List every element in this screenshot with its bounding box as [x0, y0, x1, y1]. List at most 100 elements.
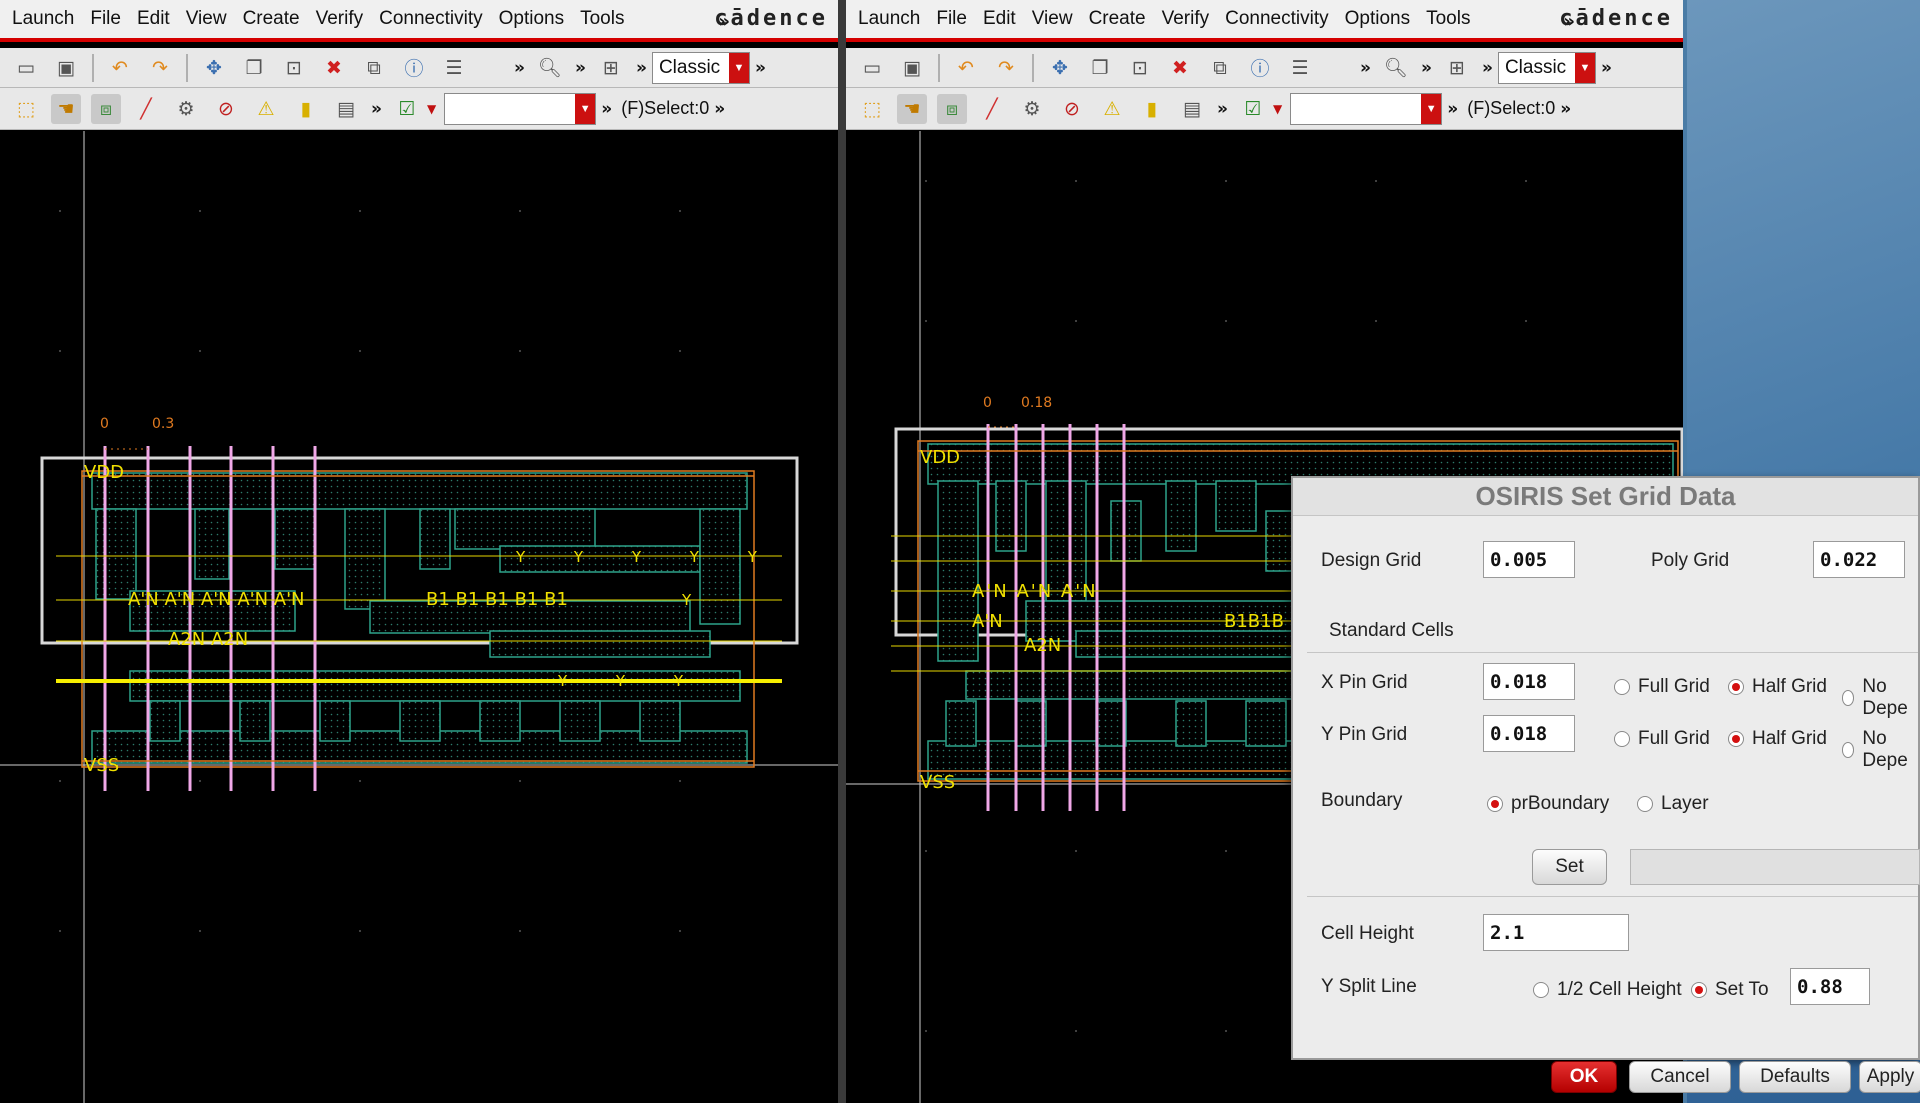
delete-icon[interactable]: ✖	[319, 53, 349, 83]
command-input[interactable]: ▼	[444, 92, 597, 125]
y-split-set-to-radio[interactable]: Set To	[1691, 979, 1769, 1001]
stretch-icon[interactable]: ⊡	[1125, 53, 1155, 83]
checkbox-icon[interactable]: ☑	[1238, 94, 1268, 124]
command-input[interactable]: ▼	[1290, 92, 1443, 125]
menu-edit[interactable]: Edit	[975, 8, 1024, 30]
menu-edit[interactable]: Edit	[129, 8, 178, 30]
via-stack-icon[interactable]: ⧈	[91, 93, 121, 124]
apply-button[interactable]: Apply	[1859, 1061, 1920, 1093]
dropdown-arrow-icon[interactable]: ▼	[575, 93, 596, 124]
y-pin-half-grid-radio[interactable]: Half Grid	[1728, 728, 1827, 750]
layout-canvas[interactable]: 0 0.3 VDD VSS A'N A'N A'N A'N A'N B1 B1 …	[0, 131, 838, 1103]
toolbar-overflow-icon[interactable]: »	[1601, 58, 1612, 78]
boundary-layer-radio[interactable]: Layer	[1637, 793, 1709, 815]
select-icon[interactable]: ⬚	[11, 94, 41, 124]
copy-icon[interactable]: ❐	[1085, 53, 1115, 83]
hand-icon[interactable]: ☚	[897, 93, 927, 124]
y-split-half-radio[interactable]: 1/2 Cell Height	[1533, 979, 1682, 1001]
warning-icon[interactable]: ⚠	[1097, 94, 1127, 124]
marker-icon[interactable]: ▮	[1137, 94, 1167, 124]
menu-view[interactable]: View	[178, 8, 235, 30]
checkbox-dropdown-icon[interactable]: ▼	[427, 102, 436, 116]
undo-icon[interactable]: ↶	[951, 53, 981, 83]
rotate-icon[interactable]: ⧉	[1205, 53, 1235, 83]
redo-icon[interactable]: ↷	[991, 53, 1021, 83]
toolbar-overflow-icon[interactable]: »	[1360, 58, 1371, 78]
search-probe-icon[interactable]: ⚙	[1017, 94, 1047, 124]
menu-view[interactable]: View	[1024, 8, 1081, 30]
delete-icon[interactable]: ✖	[1165, 53, 1195, 83]
x-pin-no-depend-radio[interactable]: No Depe	[1842, 676, 1918, 720]
open-icon[interactable]: ▭	[857, 53, 887, 83]
checkbox-icon[interactable]: ☑	[392, 94, 422, 124]
ruler-icon[interactable]: ╱	[977, 94, 1007, 124]
ok-button[interactable]: OK	[1551, 1061, 1617, 1093]
hierarchy-icon[interactable]: ⊞	[596, 53, 626, 83]
zoom-icon[interactable]: 🔍︎	[535, 53, 565, 83]
redo-icon[interactable]: ↷	[145, 53, 175, 83]
probe-icon[interactable]: ⊘	[211, 94, 241, 124]
menu-options[interactable]: Options	[491, 8, 572, 30]
layer-icon[interactable]: ▤	[331, 94, 361, 124]
menu-create[interactable]: Create	[235, 8, 308, 30]
move-icon[interactable]: ✥	[199, 53, 229, 83]
x-pin-half-grid-radio[interactable]: Half Grid	[1728, 676, 1827, 698]
dropdown-arrow-icon[interactable]: ▼	[728, 52, 749, 83]
save-icon[interactable]: ▣	[897, 53, 927, 83]
toolbar-overflow-icon[interactable]: »	[1421, 58, 1432, 78]
menu-options[interactable]: Options	[1337, 8, 1418, 30]
menu-file[interactable]: File	[928, 8, 975, 30]
y-pin-grid-field[interactable]: 0.018	[1483, 715, 1575, 752]
open-icon[interactable]: ▭	[11, 53, 41, 83]
menu-file[interactable]: File	[82, 8, 129, 30]
layer-icon[interactable]: ▤	[1177, 94, 1207, 124]
menu-connectivity[interactable]: Connectivity	[1217, 8, 1337, 30]
poly-grid-field[interactable]: 0.022	[1813, 541, 1905, 578]
toolbar-overflow-icon[interactable]: »	[755, 58, 766, 78]
dialog-title[interactable]: OSIRIS Set Grid Data	[1293, 478, 1918, 516]
defaults-button[interactable]: Defaults	[1739, 1061, 1851, 1093]
toolbar-overflow-icon[interactable]: »	[1217, 99, 1228, 119]
hierarchy-icon[interactable]: ⊞	[1442, 53, 1472, 83]
align-icon[interactable]: ☰	[1285, 53, 1315, 83]
align-icon[interactable]: ☰	[439, 53, 469, 83]
x-pin-grid-field[interactable]: 0.018	[1483, 663, 1575, 700]
copy-icon[interactable]: ❐	[239, 53, 269, 83]
checkbox-dropdown-icon[interactable]: ▼	[1273, 102, 1282, 116]
probe-icon[interactable]: ⊘	[1057, 94, 1087, 124]
select-icon[interactable]: ⬚	[857, 94, 887, 124]
toolbar-overflow-icon[interactable]: »	[371, 99, 382, 119]
warning-icon[interactable]: ⚠	[251, 94, 281, 124]
toolbar-overflow-icon[interactable]: »	[1560, 99, 1571, 119]
y-pin-no-depend-radio[interactable]: No Depe	[1842, 728, 1918, 772]
menu-verify[interactable]: Verify	[1154, 8, 1218, 30]
ruler-icon[interactable]: ╱	[131, 94, 161, 124]
menu-tools[interactable]: Tools	[572, 8, 632, 30]
hand-icon[interactable]: ☚	[51, 93, 81, 124]
menu-launch[interactable]: Launch	[850, 8, 928, 30]
design-grid-field[interactable]: 0.005	[1483, 541, 1575, 578]
cancel-button[interactable]: Cancel	[1629, 1061, 1731, 1093]
info-icon[interactable]: ⓘ	[1245, 53, 1275, 83]
toolbar-overflow-icon[interactable]: »	[714, 99, 725, 119]
toolbar-overflow-icon[interactable]: »	[1482, 58, 1493, 78]
menu-launch[interactable]: Launch	[4, 8, 82, 30]
boundary-prboundary-radio[interactable]: prBoundary	[1487, 793, 1609, 815]
zoom-icon[interactable]: 🔍︎	[1381, 53, 1411, 83]
toolbar-overflow-icon[interactable]: »	[514, 58, 525, 78]
dropdown-arrow-icon[interactable]: ▼	[1421, 93, 1442, 124]
set-button[interactable]: Set	[1532, 849, 1607, 885]
via-stack-icon[interactable]: ⧈	[937, 93, 967, 124]
y-pin-full-grid-radio[interactable]: Full Grid	[1614, 728, 1710, 750]
toolbar-overflow-icon[interactable]: »	[601, 99, 612, 119]
menu-create[interactable]: Create	[1081, 8, 1154, 30]
cell-height-field[interactable]: 2.1	[1483, 914, 1629, 951]
workspace-select[interactable]: Classic ▼	[651, 51, 750, 84]
menu-tools[interactable]: Tools	[1418, 8, 1478, 30]
dropdown-arrow-icon[interactable]: ▼	[1574, 52, 1595, 83]
menu-connectivity[interactable]: Connectivity	[371, 8, 491, 30]
move-icon[interactable]: ✥	[1045, 53, 1075, 83]
menu-verify[interactable]: Verify	[308, 8, 372, 30]
marker-icon[interactable]: ▮	[291, 94, 321, 124]
toolbar-overflow-icon[interactable]: »	[636, 58, 647, 78]
